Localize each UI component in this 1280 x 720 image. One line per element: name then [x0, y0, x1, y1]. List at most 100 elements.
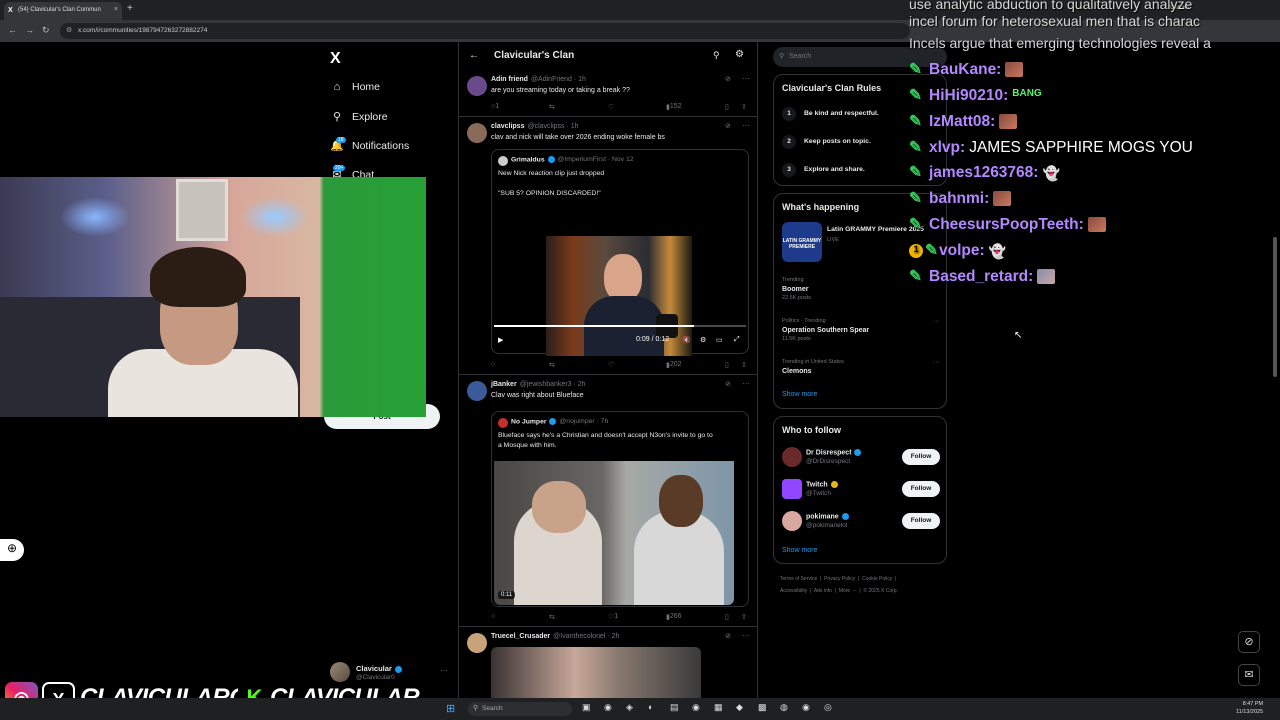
- share-icon[interactable]: ⇧: [741, 361, 747, 369]
- avatar[interactable]: [467, 76, 487, 96]
- follow-suggestion[interactable]: Twitch @Twitch Follow: [782, 479, 940, 503]
- footer-link[interactable]: Terms of Service: [780, 576, 817, 582]
- x-logo-icon[interactable]: X: [330, 50, 341, 68]
- bookmark-icon[interactable]: ▯: [725, 103, 729, 111]
- site-info-icon[interactable]: ⚙: [66, 26, 72, 34]
- show-more-link[interactable]: Show more: [782, 547, 817, 554]
- tweet[interactable]: Adin friend @AdinFriend · 1h ⊘ ··· are yo…: [459, 70, 757, 117]
- share-icon[interactable]: ⇧: [741, 103, 747, 111]
- avatar[interactable]: [467, 381, 487, 401]
- more-icon[interactable]: ···: [742, 379, 750, 388]
- tweet-author[interactable]: Truecel_Crusader @Ivanthecolonel · 2h: [491, 633, 619, 640]
- avatar[interactable]: [782, 479, 802, 499]
- retweet-icon[interactable]: ⇆: [549, 613, 555, 621]
- video-progress-bar[interactable]: [494, 325, 746, 327]
- app-icon[interactable]: ▦: [714, 702, 723, 713]
- tweet[interactable]: Truecel_Crusader @Ivanthecolonel · 2h ⊘ ·…: [459, 627, 757, 698]
- avatar[interactable]: [467, 123, 487, 143]
- views-icon[interactable]: ▮ 202: [666, 361, 682, 369]
- footer-link[interactable]: Ads info: [814, 588, 832, 594]
- task-view-icon[interactable]: ▣: [582, 702, 591, 713]
- video-player[interactable]: 0:11: [494, 461, 734, 605]
- page-scrollbar[interactable]: [1272, 42, 1278, 698]
- quoted-tweet[interactable]: No Jumper @nojumper · 7h Blueface says h…: [491, 411, 749, 607]
- new-tab-button[interactable]: +: [127, 3, 133, 14]
- windows-start-icon[interactable]: ⊞: [446, 702, 455, 715]
- quoted-tweet[interactable]: Grimaldus @ImperiumFirst · Nov 12 New Ni…: [491, 149, 749, 356]
- avatar[interactable]: [782, 511, 802, 531]
- rule-item[interactable]: 1 Be kind and respectful.: [782, 107, 879, 121]
- tweet[interactable]: jBanker @jewishbanker3 · 2h ⊘ ··· Clav wa…: [459, 375, 757, 627]
- forward-arrow-icon[interactable]: →: [25, 25, 34, 35]
- edge-icon[interactable]: ◐: [648, 702, 653, 712]
- grok-icon[interactable]: ⊘: [725, 380, 731, 388]
- bookmark-icon[interactable]: ▯: [725, 361, 729, 369]
- reload-icon[interactable]: ↻: [42, 25, 50, 36]
- tweet[interactable]: clavclipss @clavclipss · 1h ⊘ ··· clav an…: [459, 117, 757, 375]
- grammy-thumbnail[interactable]: LATIN GRAMMY PREMIERE: [782, 222, 822, 262]
- like-icon[interactable]: ♡: [608, 103, 614, 111]
- volume-icon[interactable]: 🔇: [682, 336, 691, 344]
- share-icon[interactable]: ⇧: [741, 613, 747, 621]
- google-lens-icon[interactable]: ⊕: [0, 539, 24, 561]
- tweet-author[interactable]: jBanker @jewishbanker3 · 2h: [491, 381, 586, 388]
- nav-explore[interactable]: ⚲ Explore: [330, 110, 388, 123]
- more-icon[interactable]: ···: [933, 318, 940, 325]
- footer-link[interactable]: Privacy Policy: [824, 576, 855, 582]
- follow-button[interactable]: Follow: [902, 513, 940, 529]
- footer-link[interactable]: Cookie Policy: [862, 576, 892, 582]
- play-icon[interactable]: ▶: [498, 336, 503, 344]
- avatar[interactable]: [782, 447, 802, 467]
- like-icon[interactable]: ♡: [608, 361, 614, 369]
- back-arrow-icon[interactable]: ←: [469, 50, 479, 61]
- retweet-icon[interactable]: ⇆: [549, 361, 555, 369]
- trend-item[interactable]: Trending in United States Clemons ···: [782, 359, 940, 375]
- footer-link[interactable]: More ···: [839, 588, 857, 594]
- browser-tab[interactable]: X (54) Clavicular's Clan Commun ×: [4, 2, 122, 20]
- steam-icon[interactable]: ◎: [824, 702, 832, 713]
- tweet-author[interactable]: clavclipss @clavclipss · 1h: [491, 123, 579, 130]
- back-arrow-icon[interactable]: ←: [8, 25, 17, 35]
- retweet-icon[interactable]: ⇆: [549, 103, 555, 111]
- url-input[interactable]: ⚙ x.com/i/communities/198794726327288227…: [60, 23, 910, 39]
- rule-item[interactable]: 2 Keep posts on topic.: [782, 135, 871, 149]
- reply-icon[interactable]: ○: [491, 361, 495, 368]
- search-icon[interactable]: ⚲: [713, 50, 720, 61]
- bookmark-icon[interactable]: ▯: [725, 613, 729, 621]
- grok-icon[interactable]: ⊘: [1238, 631, 1260, 653]
- tweet-image[interactable]: [491, 647, 701, 698]
- messages-icon[interactable]: ✉: [1238, 664, 1260, 686]
- follow-button[interactable]: Follow: [902, 449, 940, 465]
- chrome-icon[interactable]: ◉: [692, 702, 700, 713]
- app-icon[interactable]: ◆: [736, 702, 743, 713]
- reply-icon[interactable]: ○: [491, 613, 495, 620]
- views-icon[interactable]: ▮ 266: [666, 613, 682, 621]
- tweet-author[interactable]: Adin friend @AdinFriend · 1h: [491, 76, 586, 83]
- grok-icon[interactable]: ⊘: [725, 122, 731, 130]
- more-icon[interactable]: ···: [742, 74, 750, 83]
- chrome-icon[interactable]: ◉: [604, 702, 612, 713]
- file-explorer-icon[interactable]: ▤: [670, 702, 679, 713]
- app-icon[interactable]: ▩: [758, 702, 767, 713]
- more-icon[interactable]: ···: [440, 666, 448, 675]
- more-icon[interactable]: ···: [742, 121, 750, 130]
- tab-close-icon[interactable]: ×: [114, 6, 118, 13]
- spotify-icon[interactable]: ◍: [780, 702, 788, 713]
- rule-item[interactable]: 3 Explore and share.: [782, 163, 865, 177]
- reply-icon[interactable]: ○ 1: [491, 103, 499, 110]
- like-icon[interactable]: ♡ 1: [608, 613, 618, 621]
- settings-icon[interactable]: ⚙: [700, 336, 706, 344]
- more-icon[interactable]: ···: [742, 631, 750, 640]
- pip-icon[interactable]: ▭: [716, 336, 723, 344]
- app-icon[interactable]: ◉: [802, 702, 810, 713]
- avatar[interactable]: [467, 633, 487, 653]
- taskbar-search[interactable]: ⚲ Search: [468, 702, 572, 716]
- app-icon[interactable]: ◈: [626, 702, 633, 713]
- more-icon[interactable]: ···: [933, 359, 940, 366]
- fullscreen-icon[interactable]: ⤢: [734, 336, 740, 344]
- show-more-link[interactable]: Show more: [782, 391, 817, 398]
- follow-suggestion[interactable]: pokimane @pokimanelol Follow: [782, 511, 940, 535]
- trend-item[interactable]: Politics · Trending Operation Southern S…: [782, 318, 940, 342]
- footer-link[interactable]: Accessibility: [780, 588, 807, 594]
- gear-icon[interactable]: ⚙: [735, 49, 744, 60]
